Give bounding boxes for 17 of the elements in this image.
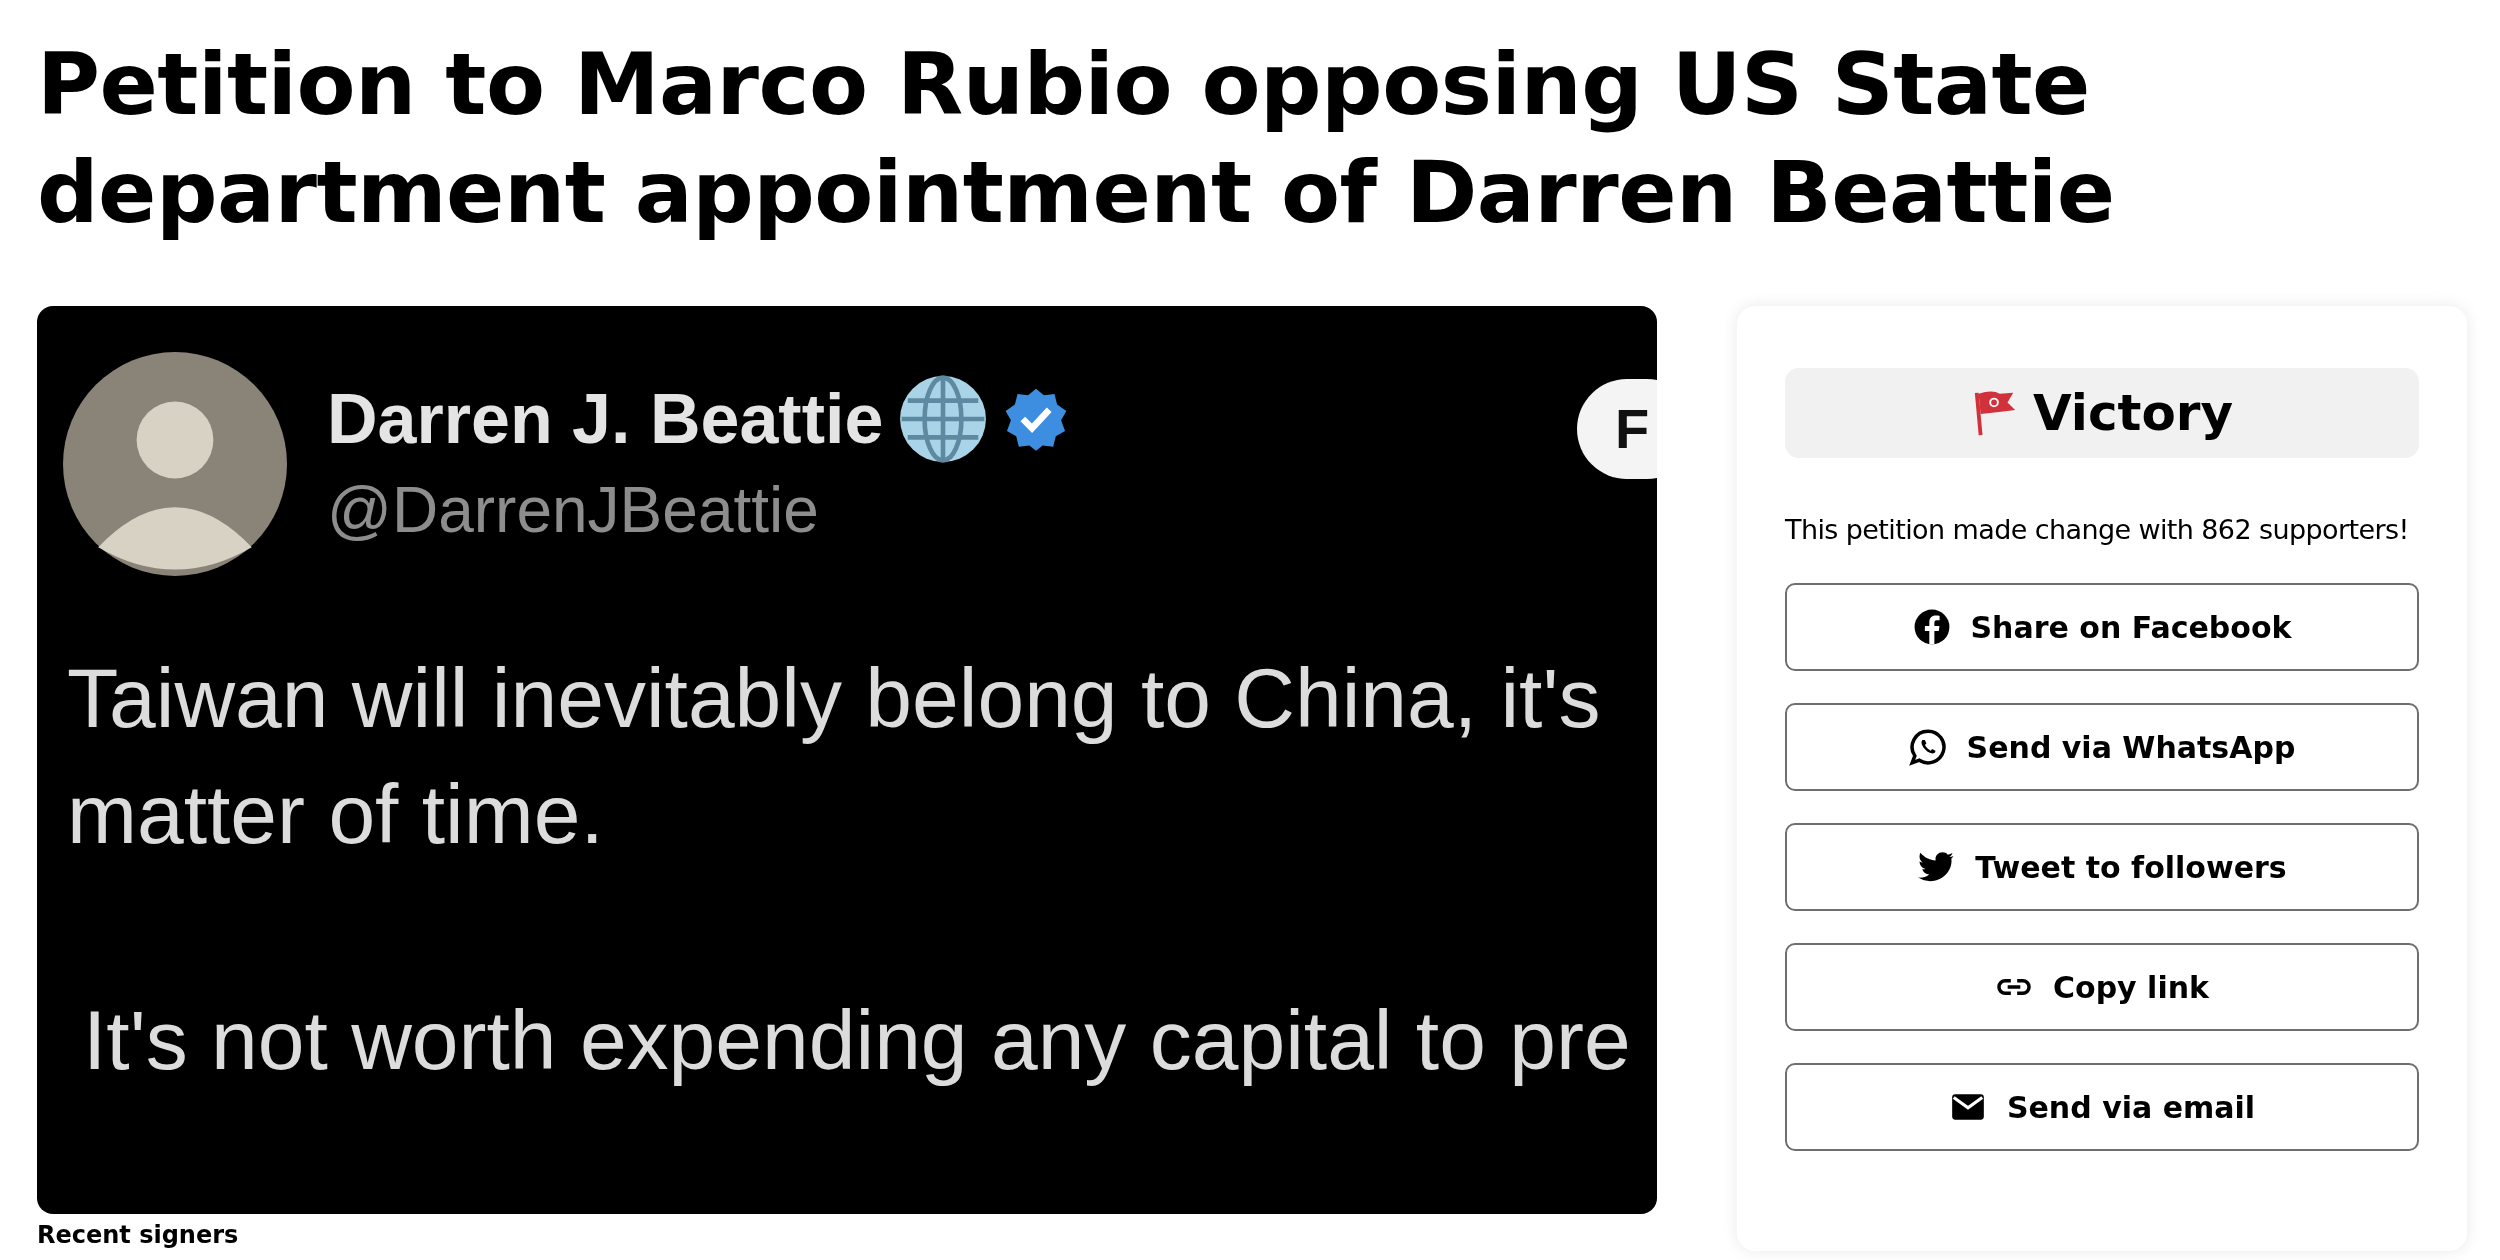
tweet-text: matter of time. <box>67 766 605 863</box>
whatsapp-icon <box>1908 728 1947 766</box>
share-button[interactable]: Copy link <box>1785 943 2419 1031</box>
share-button[interactable]: Send via email <box>1785 1063 2419 1151</box>
share-button[interactable]: Share on Facebook <box>1785 583 2419 671</box>
avatar-icon <box>63 352 287 576</box>
share-button[interactable]: Send via WhatsApp <box>1785 703 2419 791</box>
author-handle: @DarrenJBeattie <box>327 473 820 548</box>
share-button[interactable]: Tweet to followers <box>1785 823 2419 911</box>
facebook-icon <box>1912 608 1951 646</box>
tweet-text: It's not worth expending any capital to pre <box>83 992 1632 1089</box>
tweet-text: Taiwan will inevitably belong to China, it's <box>67 650 1602 747</box>
author-name: Darren J. Beattie <box>327 379 884 460</box>
section-heading: Recent signers <box>37 1220 240 1250</box>
petition-title: Petition to Marco Rubio opposing US State department appointment of Darren Beattie <box>37 33 2116 244</box>
supporters-message: This petition made change with 862 supporters! <box>1785 514 2410 545</box>
status-label: Victory <box>2032 384 2234 442</box>
